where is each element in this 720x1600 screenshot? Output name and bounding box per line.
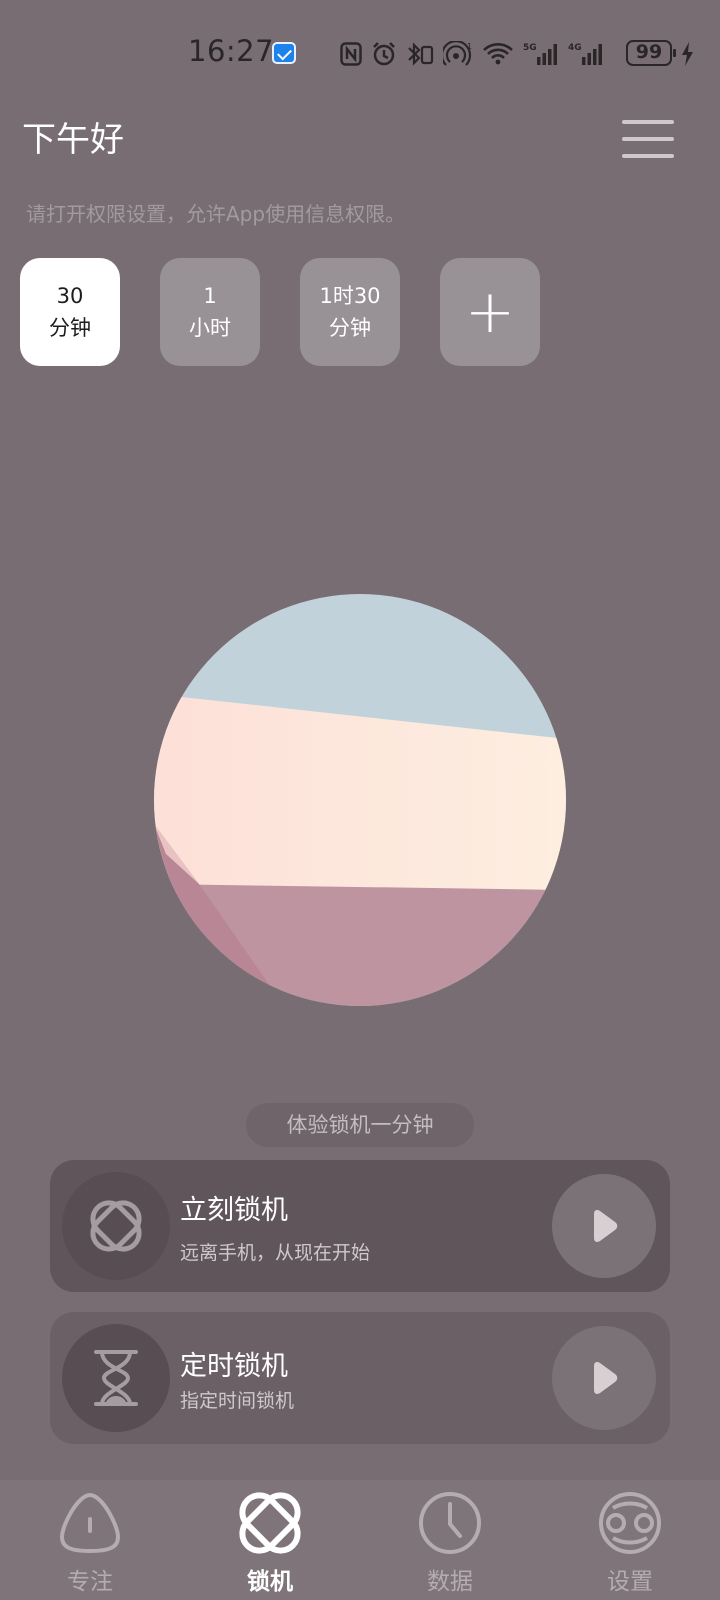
nav-label-settings: 设置 (607, 1569, 653, 1595)
message-notification-icon (272, 42, 296, 64)
hotspot-icon: 1 (443, 41, 473, 67)
scheduled-lock-card[interactable]: 定时锁机 指定时间锁机 (50, 1312, 670, 1444)
permission-hint[interactable]: 请打开权限设置，允许App使用信息权限。 (26, 198, 405, 227)
scheduled-lock-title: 定时锁机 (180, 1351, 288, 1382)
nav-label-focus: 专注 (67, 1569, 113, 1595)
scheduled-lock-subtitle: 指定时间锁机 (180, 1390, 295, 1412)
bottom-navigation: 专注 锁机 数据 设置 (0, 1480, 720, 1600)
plus-icon: + (464, 277, 516, 347)
nav-item-lock[interactable]: 锁机 (180, 1480, 360, 1600)
play-icon (594, 1362, 618, 1394)
chip-unit: 分钟 (49, 316, 91, 340)
svg-text:5G: 5G (523, 43, 537, 53)
lock-icon (235, 1488, 305, 1558)
hero-image (154, 594, 566, 1006)
add-duration-button[interactable]: + (440, 258, 540, 366)
lock-now-card[interactable]: 立刻锁机 远离手机，从现在开始 (50, 1160, 670, 1292)
signal-4g-icon: 4G (568, 41, 604, 67)
play-icon (594, 1210, 618, 1242)
lock-now-title: 立刻锁机 (180, 1195, 288, 1226)
duration-options: 30 分钟 1 小时 1时30 分钟 + (20, 258, 540, 366)
nav-label-data: 数据 (427, 1569, 473, 1595)
signal-5g-icon: 5G (523, 41, 559, 67)
menu-button[interactable] (622, 120, 676, 160)
chip-value: 1时30 (319, 284, 381, 308)
greeting-title: 下午好 (22, 120, 124, 160)
battery-icon: 99 (626, 40, 676, 66)
alarm-icon (371, 41, 397, 67)
settings-icon (595, 1488, 665, 1558)
status-bar: 16:27 1 5G 4G 99 (0, 28, 720, 78)
scheduled-lock-play-button[interactable] (552, 1326, 656, 1430)
chip-unit: 小时 (189, 316, 231, 340)
trial-lock-button[interactable]: 体验锁机一分钟 (246, 1103, 474, 1147)
chip-value: 1 (203, 284, 217, 308)
status-time: 16:27 (188, 34, 275, 68)
nav-label-lock: 锁机 (247, 1569, 293, 1595)
focus-icon (55, 1488, 125, 1558)
lock-now-subtitle: 远离手机，从现在开始 (180, 1242, 371, 1264)
duration-chip-1h30min[interactable]: 1时30 分钟 (300, 258, 400, 366)
svg-text:1: 1 (467, 42, 472, 51)
svg-text:4G: 4G (568, 43, 582, 53)
lock-now-play-button[interactable] (552, 1174, 656, 1278)
duration-chip-30min[interactable]: 30 分钟 (20, 258, 120, 366)
chip-value: 30 (56, 284, 84, 308)
duration-chip-1h[interactable]: 1 小时 (160, 258, 260, 366)
nfc-icon (340, 41, 362, 67)
interlock-icon (62, 1172, 170, 1280)
hourglass-icon (62, 1324, 170, 1432)
clock-icon (415, 1488, 485, 1558)
nav-item-focus[interactable]: 专注 (0, 1480, 180, 1600)
chip-unit: 分钟 (329, 316, 371, 340)
wifi-icon (482, 41, 514, 67)
nav-item-data[interactable]: 数据 (360, 1480, 540, 1600)
charging-icon (680, 41, 694, 71)
hamburger-menu-icon (622, 120, 674, 124)
bluetooth-icon (406, 41, 434, 67)
nav-item-settings[interactable]: 设置 (540, 1480, 720, 1600)
status-icons: 1 5G 4G (340, 38, 604, 70)
